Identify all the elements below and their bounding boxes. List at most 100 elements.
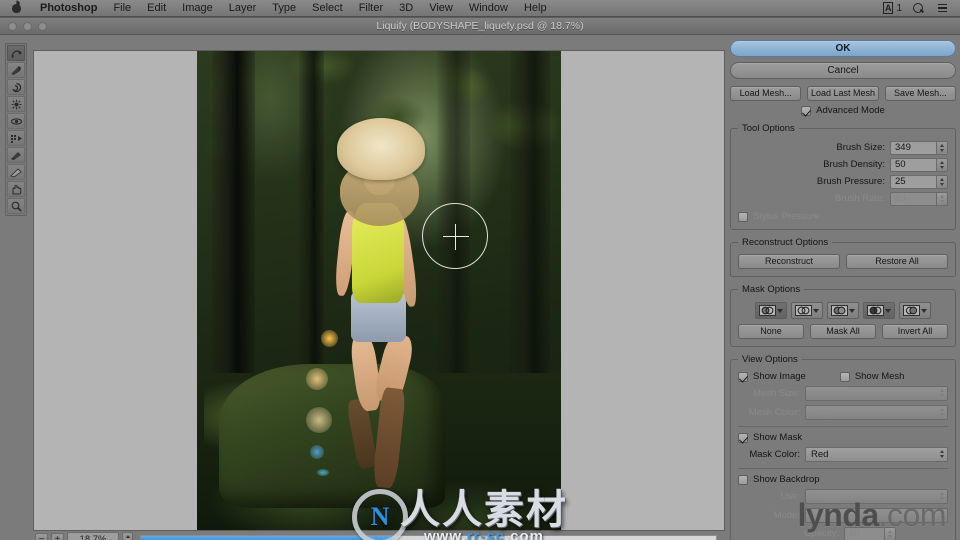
thaw-mask-tool[interactable] bbox=[7, 164, 25, 180]
cancel-button[interactable]: Cancel bbox=[730, 62, 956, 79]
brush-size-stepper[interactable] bbox=[936, 140, 948, 155]
menu-bar-status-area: A 1 bbox=[882, 2, 954, 15]
mask-mode-invert-selection[interactable] bbox=[899, 302, 931, 319]
stylus-pressure-checkbox: Stylus Pressure bbox=[738, 211, 948, 222]
apple-logo-icon[interactable] bbox=[10, 0, 23, 15]
mask-color-row: Mask Color: Red bbox=[738, 446, 948, 462]
invert-all-button[interactable]: Invert All bbox=[882, 324, 948, 339]
backdrop-opacity-row: Opacity: 50 bbox=[738, 526, 948, 540]
brush-density-input[interactable]: 50 bbox=[890, 157, 936, 172]
zoom-level-field[interactable]: 18.7% bbox=[67, 532, 119, 540]
mask-none-button[interactable]: None bbox=[738, 324, 804, 339]
zoom-tool[interactable] bbox=[7, 198, 25, 214]
checkbox-box bbox=[738, 474, 748, 485]
save-mesh-button[interactable]: Save Mesh... bbox=[884, 86, 956, 101]
input-method-indicator[interactable]: A 1 bbox=[882, 2, 902, 14]
reconstruct-tool[interactable] bbox=[7, 62, 25, 78]
show-image-checkbox[interactable]: Show Image bbox=[738, 371, 806, 382]
brush-pressure-row: Brush Pressure: 25 bbox=[738, 174, 948, 189]
mesh-color-select: Gray bbox=[805, 404, 948, 420]
input-method-label: 1 bbox=[896, 2, 902, 14]
reconstruct-options-group: Reconstruct Options Reconstruct Restore … bbox=[730, 237, 956, 277]
show-mask-checkbox[interactable]: Show Mask bbox=[738, 432, 948, 443]
list-icon[interactable] bbox=[935, 2, 948, 15]
window-controls[interactable] bbox=[0, 21, 47, 31]
reconstruct-buttons-row: Reconstruct Restore All bbox=[738, 254, 948, 269]
backdrop-opacity-label: Opacity: bbox=[804, 528, 839, 539]
show-mesh-checkbox[interactable]: Show Mesh bbox=[839, 371, 904, 382]
menu-item-edit[interactable]: Edit bbox=[139, 0, 174, 17]
zoom-button[interactable] bbox=[38, 21, 47, 31]
zoom-stepper[interactable] bbox=[122, 532, 133, 540]
mask-color-select[interactable]: Red bbox=[805, 446, 948, 462]
brush-pressure-input[interactable]: 25 bbox=[890, 174, 936, 189]
menu-item-filter[interactable]: Filter bbox=[351, 0, 391, 17]
advanced-mode-label: Advanced Mode bbox=[816, 105, 885, 116]
menu-item-photoshop[interactable]: Photoshop bbox=[32, 0, 105, 17]
minimize-button[interactable] bbox=[23, 21, 32, 31]
tool-options-legend: Tool Options bbox=[742, 123, 795, 134]
show-backdrop-label: Show Backdrop bbox=[753, 474, 820, 485]
mask-all-button[interactable]: Mask All bbox=[810, 324, 876, 339]
advanced-mode-checkbox[interactable]: Advanced Mode bbox=[730, 105, 956, 116]
zoom-out-button[interactable]: − bbox=[35, 532, 48, 540]
mesh-size-select: Medium bbox=[805, 385, 948, 401]
chevron-updown-icon bbox=[940, 511, 944, 519]
close-button[interactable] bbox=[8, 21, 17, 31]
load-mesh-button[interactable]: Load Mesh... bbox=[730, 86, 802, 101]
mask-mode-buttons bbox=[738, 302, 948, 319]
menu-item-file[interactable]: File bbox=[105, 0, 139, 17]
brush-density-stepper[interactable] bbox=[936, 157, 948, 172]
show-backdrop-checkbox[interactable]: Show Backdrop bbox=[738, 474, 948, 485]
chevron-down-icon bbox=[813, 308, 819, 313]
forward-warp-tool[interactable] bbox=[7, 45, 25, 61]
brush-density-label: Brush Density: bbox=[823, 159, 885, 170]
mac-menu-bar: Photoshop File Edit Image Layer Type Sel… bbox=[0, 0, 960, 17]
input-method-glyph: A bbox=[882, 2, 894, 14]
bloat-tool[interactable] bbox=[7, 113, 25, 129]
mask-mode-subtract-from-selection[interactable] bbox=[827, 302, 859, 319]
hand-tool[interactable] bbox=[7, 181, 25, 197]
preview-image[interactable] bbox=[197, 51, 561, 530]
liquify-dialog: Liquify (BODYSHAPE_liquefy.psd @ 18.7%) bbox=[0, 17, 960, 540]
menu-item-layer[interactable]: Layer bbox=[221, 0, 265, 17]
chevron-updown-icon bbox=[940, 492, 944, 500]
menu-item-type[interactable]: Type bbox=[264, 0, 304, 17]
brush-pressure-stepper[interactable] bbox=[936, 174, 948, 189]
menu-item-select[interactable]: Select bbox=[304, 0, 351, 17]
show-image-mesh-row: Show Image Show Mesh bbox=[738, 371, 948, 382]
restore-all-button[interactable]: Restore All bbox=[846, 254, 948, 269]
reconstruct-options-legend: Reconstruct Options bbox=[742, 237, 829, 248]
backdrop-use-label: Use: bbox=[780, 490, 800, 502]
backdrop-use-select: All Layers bbox=[805, 488, 948, 504]
ok-button[interactable]: OK bbox=[730, 40, 956, 57]
chevron-updown-icon bbox=[940, 450, 944, 458]
brush-rate-input: 80 bbox=[890, 191, 936, 206]
liquify-toolbar bbox=[5, 43, 27, 216]
window-title: Liquify (BODYSHAPE_liquefy.psd @ 18.7%) bbox=[376, 19, 584, 32]
liquify-canvas[interactable] bbox=[33, 50, 725, 531]
twirl-clockwise-tool[interactable] bbox=[7, 79, 25, 95]
mask-mode-intersect-with-selection[interactable] bbox=[863, 302, 895, 319]
pucker-tool[interactable] bbox=[7, 96, 25, 112]
load-last-mesh-button[interactable]: Load Last Mesh bbox=[807, 86, 879, 101]
mesh-color-value: Gray bbox=[811, 406, 832, 418]
menu-item-window[interactable]: Window bbox=[461, 0, 516, 17]
mask-mode-replace-selection[interactable] bbox=[755, 302, 787, 319]
brush-size-input[interactable]: 349 bbox=[890, 140, 936, 155]
menu-item-image[interactable]: Image bbox=[174, 0, 221, 17]
menu-item-3d[interactable]: 3D bbox=[391, 0, 421, 17]
push-left-tool[interactable] bbox=[7, 130, 25, 146]
menu-item-help[interactable]: Help bbox=[516, 0, 555, 17]
reconstruct-button[interactable]: Reconstruct bbox=[738, 254, 840, 269]
search-icon[interactable] bbox=[912, 2, 925, 15]
mask-action-buttons-row: None Mask All Invert All bbox=[738, 324, 948, 339]
mask-color-label: Mask Color: bbox=[749, 448, 800, 460]
menu-item-view[interactable]: View bbox=[421, 0, 461, 17]
zoom-in-button[interactable]: + bbox=[51, 532, 64, 540]
brush-pressure-label: Brush Pressure: bbox=[816, 176, 885, 187]
model-subject bbox=[306, 118, 459, 503]
mask-mode-add-to-selection[interactable] bbox=[791, 302, 823, 319]
freeze-mask-tool[interactable] bbox=[7, 147, 25, 163]
dialog-title-bar[interactable]: Liquify (BODYSHAPE_liquefy.psd @ 18.7%) bbox=[0, 18, 960, 35]
